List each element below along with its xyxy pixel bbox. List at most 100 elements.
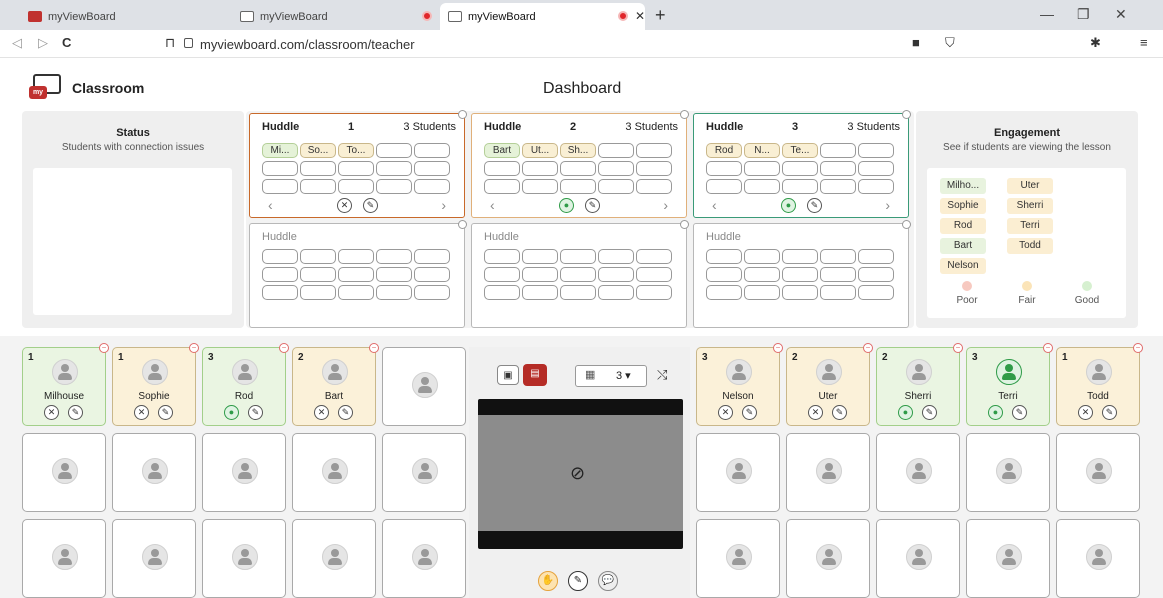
mute-icon[interactable]: ✕ <box>337 198 352 213</box>
remove-icon[interactable]: − <box>1133 343 1143 353</box>
pen-icon[interactable]: ✎ <box>363 198 378 213</box>
mute-icon[interactable]: ✕ <box>44 405 59 420</box>
pen-icon[interactable]: ✎ <box>1102 405 1117 420</box>
pen-icon[interactable]: ✎ <box>338 405 353 420</box>
mute-icon[interactable]: ✕ <box>134 405 149 420</box>
empty-student-tile[interactable] <box>1056 519 1140 598</box>
empty-student-tile[interactable] <box>786 519 870 598</box>
speaker-icon[interactable]: ● <box>224 405 239 420</box>
reload-button[interactable]: C <box>62 35 71 50</box>
huddle-card[interactable]: Huddle 3 3 Students Rod N... Te... ‹ › ● ✎ <box>693 110 911 218</box>
extensions-icon[interactable]: ✱ <box>1090 35 1101 51</box>
student-tile[interactable]: 2 − Uter ✕ ✎ <box>786 343 873 426</box>
huddle-card[interactable]: Huddle 2 3 Students Bart Ut... Sh... ‹ › ● ✎ <box>471 110 689 218</box>
remove-icon[interactable]: − <box>863 343 873 353</box>
huddle-student-chip[interactable]: Ut... <box>522 143 558 158</box>
huddle-student-chip[interactable]: N... <box>744 143 780 158</box>
huddle-student-chip[interactable]: Te... <box>782 143 818 158</box>
pen-icon[interactable]: ✎ <box>807 198 822 213</box>
chat-button[interactable]: 💬 <box>598 571 618 591</box>
huddle-card[interactable]: Huddle 1 3 Students Mi... So... To... ‹ › ✕ ✎ <box>249 110 467 218</box>
student-tile[interactable]: 3 − Rod ● ✎ <box>202 343 289 426</box>
student-tile[interactable]: 1 − Milhouse ✕ ✎ <box>22 343 109 426</box>
empty-student-tile[interactable] <box>696 433 780 512</box>
mute-icon[interactable]: ✕ <box>314 405 329 420</box>
huddle-student-chip[interactable]: So... <box>300 143 336 158</box>
prev-page-icon[interactable]: ‹ <box>712 197 717 213</box>
empty-student-tile[interactable] <box>202 519 286 598</box>
empty-student-tile[interactable] <box>1056 433 1140 512</box>
pen-icon[interactable]: ✎ <box>922 405 937 420</box>
remove-icon[interactable]: − <box>279 343 289 353</box>
empty-student-tile[interactable] <box>382 347 466 426</box>
next-page-icon[interactable]: › <box>885 197 890 213</box>
bookmark-icon[interactable]: ⊓ <box>165 35 175 51</box>
speaker-icon[interactable]: ● <box>898 405 913 420</box>
minimize-button[interactable]: — <box>1040 6 1054 22</box>
empty-student-tile[interactable] <box>202 433 286 512</box>
pen-icon[interactable]: ✎ <box>742 405 757 420</box>
student-tile[interactable]: 1 − Todd ✕ ✎ <box>1056 343 1143 426</box>
student-tile[interactable]: 3 − Terri ● ✎ <box>966 343 1053 426</box>
prev-page-icon[interactable]: ‹ <box>490 197 495 213</box>
huddle-student-chip[interactable]: Mi... <box>262 143 298 158</box>
huddle-card[interactable]: Huddle <box>693 220 911 328</box>
restore-button[interactable]: ❐ <box>1077 6 1090 23</box>
speaker-icon[interactable]: ● <box>988 405 1003 420</box>
pen-icon[interactable]: ✎ <box>1012 405 1027 420</box>
forward-button[interactable]: ▷ <box>38 35 48 51</box>
huddle-student-chip[interactable]: Bart <box>484 143 520 158</box>
huddle-student-chip[interactable]: Sh... <box>560 143 596 158</box>
student-tile[interactable]: 3 − Nelson ✕ ✎ <box>696 343 783 426</box>
pen-icon[interactable]: ✎ <box>68 405 83 420</box>
empty-student-tile[interactable] <box>112 433 196 512</box>
browser-tab-1[interactable]: myViewBoard <box>20 3 225 30</box>
remove-icon[interactable]: − <box>99 343 109 353</box>
student-tile[interactable]: 2 − Bart ✕ ✎ <box>292 343 379 426</box>
remove-icon[interactable]: − <box>1043 343 1053 353</box>
pen-button[interactable]: ✎ <box>568 571 588 591</box>
next-page-icon[interactable]: › <box>441 197 446 213</box>
empty-student-tile[interactable] <box>22 519 106 598</box>
mute-icon[interactable]: ✕ <box>718 405 733 420</box>
empty-student-tile[interactable] <box>876 519 960 598</box>
huddle-student-chip[interactable]: Rod <box>706 143 742 158</box>
remove-icon[interactable]: − <box>369 343 379 353</box>
back-button[interactable]: ◁ <box>12 35 22 51</box>
chat-bubble-icon[interactable] <box>458 220 467 229</box>
huddle-student-chip[interactable]: To... <box>338 143 374 158</box>
empty-student-tile[interactable] <box>696 519 780 598</box>
empty-student-tile[interactable] <box>786 433 870 512</box>
student-tile[interactable]: 2 − Sherri ● ✎ <box>876 343 963 426</box>
empty-student-tile[interactable] <box>966 519 1050 598</box>
remove-icon[interactable]: − <box>953 343 963 353</box>
pen-icon[interactable]: ✎ <box>585 198 600 213</box>
huddle-card[interactable]: Huddle <box>471 220 689 328</box>
speaker-icon[interactable]: ● <box>559 198 574 213</box>
raise-hand-button[interactable]: ✋ <box>538 571 558 591</box>
empty-student-tile[interactable] <box>382 433 466 512</box>
tab-close-icon[interactable]: ✕ <box>635 9 645 23</box>
close-window-button[interactable]: ✕ <box>1115 6 1127 23</box>
browser-tab-2[interactable]: myViewBoard <box>232 3 442 30</box>
remove-icon[interactable]: − <box>189 343 199 353</box>
next-page-icon[interactable]: › <box>663 197 668 213</box>
empty-student-tile[interactable] <box>112 519 196 598</box>
chat-bubble-icon[interactable] <box>458 110 467 119</box>
empty-student-tile[interactable] <box>876 433 960 512</box>
empty-student-tile[interactable] <box>966 433 1050 512</box>
group-view-button[interactable]: ▤ <box>523 364 547 386</box>
pen-icon[interactable]: ✎ <box>248 405 263 420</box>
pen-icon[interactable]: ✎ <box>832 405 847 420</box>
mute-icon[interactable]: ✕ <box>1078 405 1093 420</box>
chat-bubble-icon[interactable] <box>680 220 689 229</box>
chat-bubble-icon[interactable] <box>902 110 911 119</box>
student-tile[interactable]: 1 − Sophie ✕ ✎ <box>112 343 199 426</box>
empty-student-tile[interactable] <box>292 433 376 512</box>
chat-bubble-icon[interactable] <box>680 110 689 119</box>
mute-icon[interactable]: ✕ <box>808 405 823 420</box>
camera-indicator-icon[interactable]: ■ <box>912 35 920 50</box>
empty-student-tile[interactable] <box>382 519 466 598</box>
url-field[interactable]: myviewboard.com/classroom/teacher <box>200 37 415 52</box>
prev-page-icon[interactable]: ‹ <box>268 197 273 213</box>
